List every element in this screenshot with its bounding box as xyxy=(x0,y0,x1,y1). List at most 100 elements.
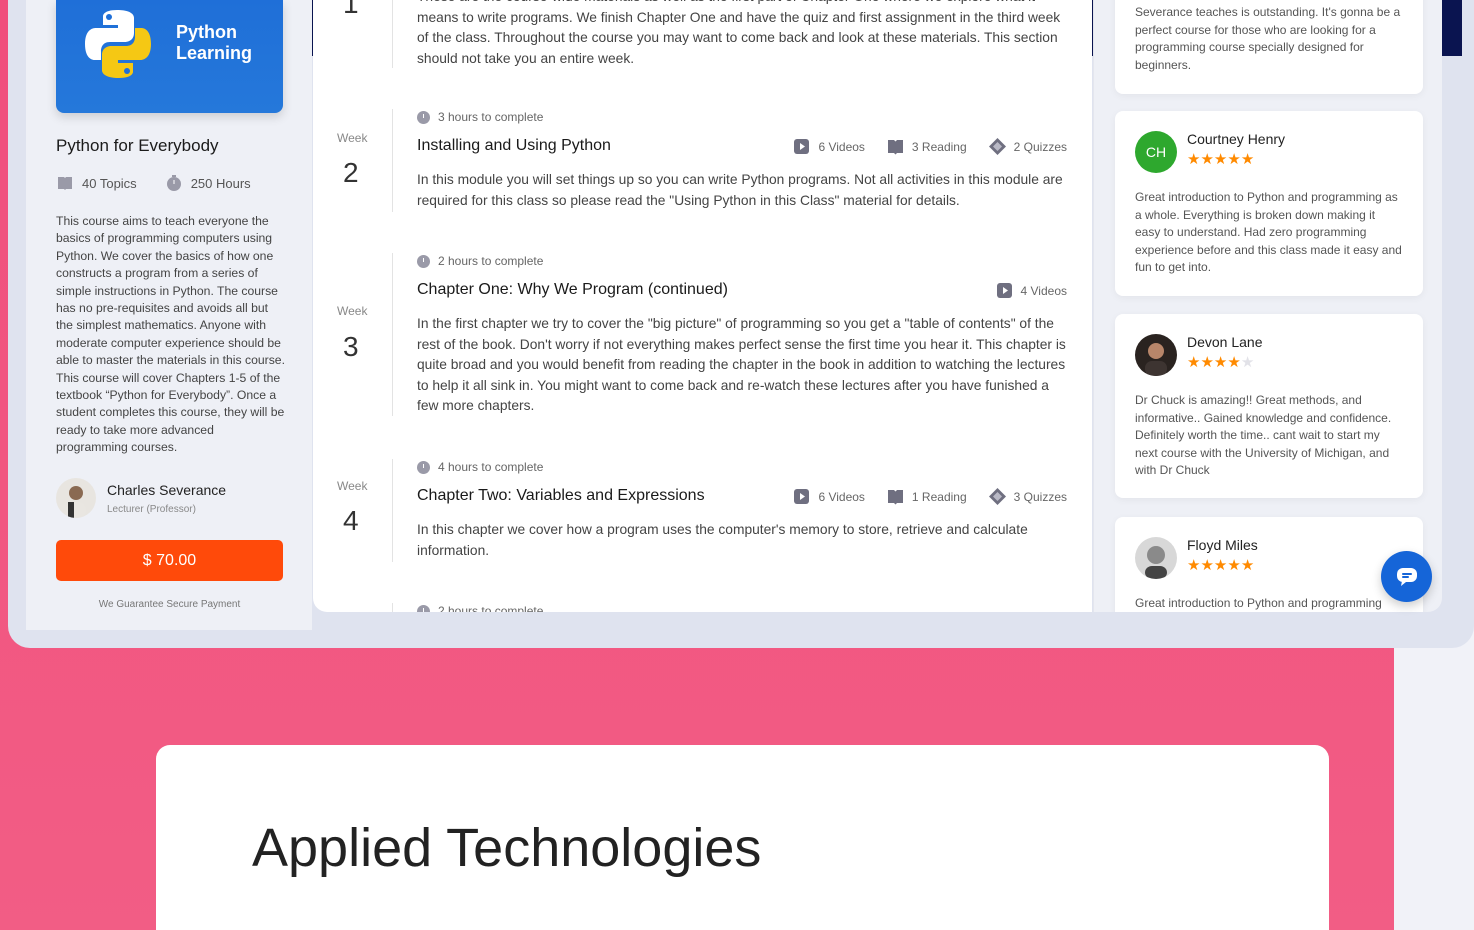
week-number: 4 xyxy=(343,505,359,536)
star-filled-icon: ★ xyxy=(1187,151,1201,168)
star-empty-icon: ★ xyxy=(1240,354,1255,371)
clock-icon xyxy=(417,604,430,612)
chat-button[interactable] xyxy=(1381,551,1432,602)
reviewer-avatar xyxy=(1135,537,1177,579)
course-title: Python for Everybody xyxy=(56,136,219,155)
videos-text: 6 Videos xyxy=(818,139,865,154)
week-number: 3 xyxy=(343,331,359,362)
module-meta: 6 Videos 1 Reading 3 Quizzes xyxy=(771,488,1067,505)
reviewer-name: Floyd Miles xyxy=(1187,537,1258,553)
quiz-icon xyxy=(988,138,1006,155)
week-label: Week xyxy=(337,304,368,318)
rating-stars: ★★★★★ xyxy=(1187,353,1263,371)
quizzes-count: 2 Quizzes xyxy=(988,138,1067,155)
review-card: Devon Lane ★★★★★ Dr Chuck is amazing!! G… xyxy=(1115,314,1423,498)
review-text: Dr Chuck is amazing!! Great methods, and… xyxy=(1135,393,1392,477)
time-estimate: 2 hours to complete xyxy=(417,254,543,268)
quizzes-text: 3 Quizzes xyxy=(1013,489,1067,504)
video-icon xyxy=(996,283,1012,298)
quizzes-text: 2 Quizzes xyxy=(1013,139,1067,154)
week-description: In this module you will set things up so… xyxy=(417,172,1063,208)
reviewer-avatar xyxy=(1135,334,1177,376)
week-label: Week xyxy=(337,131,368,145)
clock-icon xyxy=(166,175,181,191)
week-divider xyxy=(392,0,393,68)
buy-course-button[interactable]: $ 70.00 xyxy=(56,540,283,581)
course-meta: 40 Topics 250 Hours xyxy=(56,174,251,192)
lecturer-card[interactable]: Charles Severance Lecturer (Professor) xyxy=(56,478,226,518)
section-title: Applied Technologies xyxy=(252,818,762,878)
star-filled-icon: ★ xyxy=(1227,151,1241,168)
star-filled-icon: ★ xyxy=(1200,151,1214,168)
time-estimate: 3 hours to complete xyxy=(417,110,543,124)
videos-count: 6 Videos xyxy=(793,138,865,155)
week-number: 1 xyxy=(343,0,359,19)
reviewer-avatar: CH xyxy=(1135,131,1177,173)
star-filled-icon: ★ xyxy=(1200,557,1214,574)
time-estimate: 2 hours to complete xyxy=(417,604,543,612)
module-title[interactable]: Chapter One: Why We Program (continued) xyxy=(417,281,728,299)
review-card: Floyd Miles ★★★★★ Great introduction to … xyxy=(1115,517,1423,612)
star-filled-icon: ★ xyxy=(1200,354,1214,371)
book-icon xyxy=(887,490,903,505)
book-icon xyxy=(887,140,903,155)
videos-count: 4 Videos xyxy=(996,282,1067,299)
lecturer-name: Charles Severance xyxy=(107,481,227,498)
week-description: In this chapter we cover how a program u… xyxy=(417,522,1028,558)
module-title[interactable]: Chapter Two: Variables and Expressions xyxy=(417,487,705,505)
reviewer-name: Devon Lane xyxy=(1187,334,1263,350)
clock-icon xyxy=(417,110,430,124)
module-title[interactable]: Installing and Using Python xyxy=(417,137,611,155)
review-header: Devon Lane ★★★★★ xyxy=(1135,334,1263,376)
syllabus-panel: 1 These are the course-wide materials as… xyxy=(313,0,1092,612)
star-filled-icon: ★ xyxy=(1240,151,1255,168)
week-divider xyxy=(392,253,393,416)
week-description: These are the course-wide materials as w… xyxy=(417,0,1061,66)
videos-text: 6 Videos xyxy=(818,489,865,504)
secure-payment-note: We Guarantee Secure Payment xyxy=(98,599,241,610)
clock-icon xyxy=(417,460,430,474)
week-label: Week xyxy=(337,479,368,493)
python-logo-icon xyxy=(85,10,151,78)
review-text: Great introduction to Python and program… xyxy=(1135,190,1402,274)
review-card: Severance teaches is outstanding. It's g… xyxy=(1115,0,1423,94)
review-card: CH Courtney Henry ★★★★★ Great introducti… xyxy=(1115,111,1423,296)
star-filled-icon: ★ xyxy=(1187,354,1201,371)
week-description: In the first chapter we try to cover the… xyxy=(417,316,1066,414)
time-estimate-text: 4 hours to complete xyxy=(438,460,544,474)
reading-count: 1 Reading xyxy=(887,488,967,505)
module-meta: 6 Videos 3 Reading 2 Quizzes xyxy=(771,138,1067,155)
reviews-panel: Severance teaches is outstanding. It's g… xyxy=(1093,0,1442,612)
star-filled-icon: ★ xyxy=(1240,557,1255,574)
chat-icon xyxy=(1396,567,1417,586)
star-filled-icon: ★ xyxy=(1213,151,1228,168)
review-header: Floyd Miles ★★★★★ xyxy=(1135,537,1258,579)
topics-icon xyxy=(58,177,72,190)
reading-text: 1 Reading xyxy=(911,489,967,504)
week-divider xyxy=(392,603,393,612)
video-icon xyxy=(794,139,810,154)
star-filled-icon: ★ xyxy=(1213,557,1228,574)
week-number: 2 xyxy=(343,157,359,188)
module-meta: 4 Videos xyxy=(974,282,1067,299)
review-text: Great introduction to Python and program… xyxy=(1135,596,1382,610)
quiz-icon xyxy=(988,488,1006,505)
time-estimate-text: 3 hours to complete xyxy=(438,110,544,124)
week-divider xyxy=(392,109,393,212)
hours-count: 250 Hours xyxy=(190,175,251,191)
page-side-strip xyxy=(1394,640,1474,930)
course-thumbnail: Python Learning xyxy=(56,0,283,113)
time-estimate-text: 2 hours to complete xyxy=(438,604,544,612)
topics-count: 40 Topics xyxy=(82,175,137,191)
lecturer-role: Lecturer (Professor) xyxy=(107,503,196,515)
quizzes-count: 3 Quizzes xyxy=(988,488,1067,505)
thumbnail-title: Python Learning xyxy=(176,22,253,63)
star-filled-icon: ★ xyxy=(1213,354,1228,371)
videos-count: 6 Videos xyxy=(793,488,865,505)
rating-stars: ★★★★★ xyxy=(1187,556,1258,574)
videos-text: 4 Videos xyxy=(1020,283,1067,298)
clock-icon xyxy=(417,254,430,268)
rating-stars: ★★★★★ xyxy=(1187,150,1285,168)
star-filled-icon: ★ xyxy=(1227,557,1241,574)
technologies-card: Applied Technologies xyxy=(156,745,1329,930)
